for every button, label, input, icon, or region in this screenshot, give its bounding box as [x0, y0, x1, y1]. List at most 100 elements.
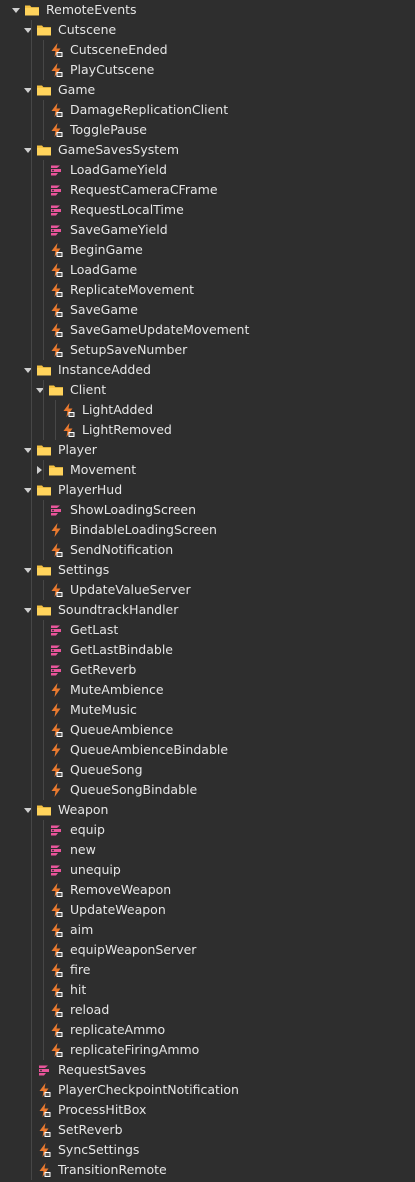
tree-item-row[interactable]: MuteAmbience — [0, 680, 415, 700]
tree-item-row[interactable]: BeginGame — [0, 240, 415, 260]
tree-folder-row[interactable]: Game — [0, 80, 415, 100]
expand-arrow-down-icon[interactable] — [22, 560, 34, 580]
tree-item-row[interactable]: aim — [0, 920, 415, 940]
tree-item-label: fire — [70, 962, 91, 977]
tree-folder-row[interactable]: Client — [0, 380, 415, 400]
remote-function-icon — [48, 182, 64, 198]
tree-item-row[interactable]: unequip — [0, 860, 415, 880]
expand-arrow-down-icon[interactable] — [22, 360, 34, 380]
tree-folder-row[interactable]: RemoteEvents — [0, 0, 415, 20]
tree-item-row[interactable]: replicateAmmo — [0, 1020, 415, 1040]
expand-arrow-down-icon[interactable] — [34, 380, 46, 400]
tree-folder-row[interactable]: Player — [0, 440, 415, 460]
tree-guide-line — [43, 160, 44, 360]
explorer-tree: RemoteEvents Cutscene CutsceneEnded PlayCut… — [0, 0, 415, 1180]
tree-item-row[interactable]: new — [0, 840, 415, 860]
tree-item-row[interactable]: SetupSaveNumber — [0, 340, 415, 360]
tree-item-row[interactable]: PlayerCheckpointNotification — [0, 1080, 415, 1100]
tree-folder-row[interactable]: Movement — [0, 460, 415, 480]
expand-arrow-down-icon[interactable] — [22, 140, 34, 160]
remote-event-icon — [48, 342, 64, 358]
folder-icon — [36, 602, 52, 618]
tree-folder-row[interactable]: Settings — [0, 560, 415, 580]
tree-item-row[interactable]: replicateFiringAmmo — [0, 1040, 415, 1060]
tree-item-row[interactable]: CutsceneEnded — [0, 40, 415, 60]
remote-event-icon — [48, 902, 64, 918]
tree-item-label: RemoveWeapon — [70, 882, 172, 897]
remote-event-icon — [48, 542, 64, 558]
remote-event-icon — [48, 282, 64, 298]
folder-icon — [48, 382, 64, 398]
tree-folder-row[interactable]: InstanceAdded — [0, 360, 415, 380]
tree-folder-row[interactable]: SoundtrackHandler — [0, 600, 415, 620]
tree-item-row[interactable]: GetLast — [0, 620, 415, 640]
remote-function-icon — [48, 662, 64, 678]
bindable-event-icon — [48, 782, 64, 798]
tree-folder-row[interactable]: GameSavesSystem — [0, 140, 415, 160]
tree-item-label: SoundtrackHandler — [58, 602, 179, 617]
tree-item-row[interactable]: RequestSaves — [0, 1060, 415, 1080]
tree-item-row[interactable]: QueueAmbience — [0, 720, 415, 740]
tree-item-row[interactable]: MuteMusic — [0, 700, 415, 720]
tree-item-row[interactable]: UpdateWeapon — [0, 900, 415, 920]
tree-item-row[interactable]: QueueSong — [0, 760, 415, 780]
tree-item-row[interactable]: reload — [0, 1000, 415, 1020]
tree-item-row[interactable]: SyncSettings — [0, 1140, 415, 1160]
remote-event-icon — [48, 62, 64, 78]
tree-item-row[interactable]: SaveGame — [0, 300, 415, 320]
tree-item-row[interactable]: ReplicateMovement — [0, 280, 415, 300]
tree-item-label: RequestCameraCFrame — [70, 182, 218, 197]
expand-arrow-down-icon[interactable] — [22, 600, 34, 620]
tree-item-row[interactable]: ShowLoadingScreen — [0, 500, 415, 520]
tree-item-row[interactable]: PlayCutscene — [0, 60, 415, 80]
expand-arrow-down-icon[interactable] — [10, 0, 22, 20]
expand-arrow-down-icon[interactable] — [22, 480, 34, 500]
tree-item-row[interactable]: fire — [0, 960, 415, 980]
folder-icon — [36, 562, 52, 578]
tree-item-label: SaveGameYield — [70, 222, 168, 237]
remote-event-icon — [48, 1002, 64, 1018]
tree-item-label: TransitionRemote — [58, 1162, 167, 1177]
tree-item-row[interactable]: SaveGameYield — [0, 220, 415, 240]
tree-item-row[interactable]: TransitionRemote — [0, 1160, 415, 1180]
tree-item-row[interactable]: UpdateValueServer — [0, 580, 415, 600]
tree-item-row[interactable]: TogglePause — [0, 120, 415, 140]
tree-item-row[interactable]: DamageReplicationClient — [0, 100, 415, 120]
tree-item-row[interactable]: RequestCameraCFrame — [0, 180, 415, 200]
tree-folder-row[interactable]: Weapon — [0, 800, 415, 820]
tree-item-row[interactable]: SendNotification — [0, 540, 415, 560]
expand-arrow-down-icon[interactable] — [22, 80, 34, 100]
tree-item-row[interactable]: equipWeaponServer — [0, 940, 415, 960]
tree-item-row[interactable]: SaveGameUpdateMovement — [0, 320, 415, 340]
tree-guide-line — [43, 100, 44, 140]
tree-item-row[interactable]: QueueSongBindable — [0, 780, 415, 800]
tree-item-row[interactable]: GetReverb — [0, 660, 415, 680]
remote-event-icon — [60, 422, 76, 438]
tree-item-row[interactable]: GetLastBindable — [0, 640, 415, 660]
tree-item-row[interactable]: BindableLoadingScreen — [0, 520, 415, 540]
tree-item-row[interactable]: RemoveWeapon — [0, 880, 415, 900]
tree-item-label: ReplicateMovement — [70, 282, 195, 297]
tree-item-row[interactable]: QueueAmbienceBindable — [0, 740, 415, 760]
tree-item-row[interactable]: RequestLocalTime — [0, 200, 415, 220]
tree-item-row[interactable]: equip — [0, 820, 415, 840]
tree-item-label: Cutscene — [58, 22, 117, 37]
tree-item-row[interactable]: ProcessHitBox — [0, 1100, 415, 1120]
expand-arrow-right-icon[interactable] — [34, 460, 46, 480]
expand-arrow-down-icon[interactable] — [22, 20, 34, 40]
tree-folder-row[interactable]: PlayerHud — [0, 480, 415, 500]
tree-item-row[interactable]: LightAdded — [0, 400, 415, 420]
remote-function-icon — [36, 1062, 52, 1078]
tree-item-row[interactable]: LoadGameYield — [0, 160, 415, 180]
tree-item-row[interactable]: LoadGame — [0, 260, 415, 280]
expand-arrow-down-icon[interactable] — [22, 440, 34, 460]
tree-item-row[interactable]: LightRemoved — [0, 420, 415, 440]
tree-item-row[interactable]: SetReverb — [0, 1120, 415, 1140]
expand-arrow-down-icon[interactable] — [22, 800, 34, 820]
remote-function-icon — [48, 622, 64, 638]
remote-function-icon — [48, 822, 64, 838]
tree-item-label: UpdateValueServer — [70, 582, 191, 597]
tree-folder-row[interactable]: Cutscene — [0, 20, 415, 40]
tree-guide-line — [43, 500, 44, 560]
tree-item-row[interactable]: hit — [0, 980, 415, 1000]
